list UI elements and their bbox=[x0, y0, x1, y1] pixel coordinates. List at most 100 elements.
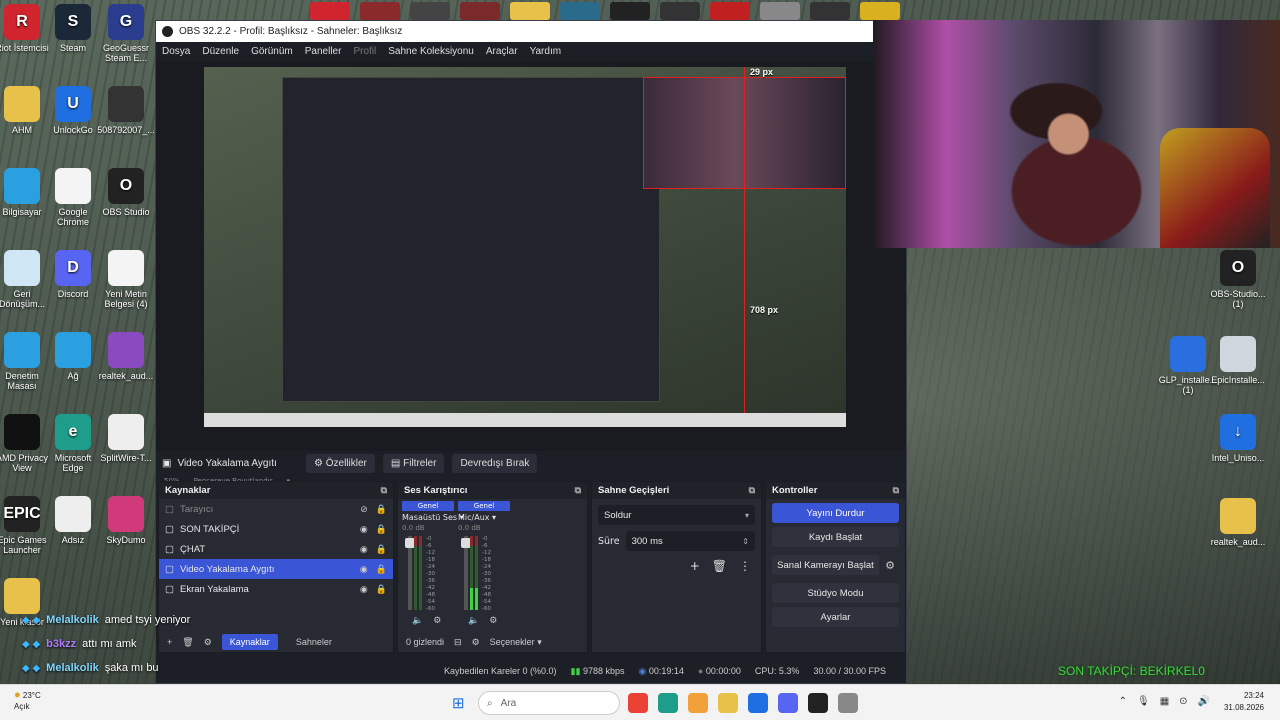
channel-settings-icon[interactable]: ⚙ bbox=[489, 616, 497, 626]
volume-icon[interactable]: 🔊 bbox=[1198, 696, 1210, 707]
desktop-icon[interactable]: G GeoGuessr Steam E... bbox=[96, 4, 156, 63]
start-recording-button[interactable]: Kaydı Başlat bbox=[772, 527, 899, 547]
app-tray-icon[interactable]: ▦ bbox=[1160, 696, 1169, 707]
options-button[interactable]: Seçenekler ▾ bbox=[490, 637, 542, 648]
mixer-settings-icon[interactable]: ⚙ bbox=[472, 637, 480, 648]
menu-tools[interactable]: Araçlar bbox=[486, 46, 518, 57]
undock-icon[interactable]: ⧉ bbox=[749, 485, 755, 496]
properties-button[interactable]: ⚙ Özellikler bbox=[306, 453, 375, 473]
lock-icon[interactable]: 🔒 bbox=[376, 504, 387, 515]
channel-settings-icon[interactable]: ⚙ bbox=[433, 616, 441, 626]
source-item[interactable]: ▢ Ekran Yakalama ◉ 🔒 bbox=[159, 579, 393, 599]
undock-icon[interactable]: ⧉ bbox=[381, 485, 387, 496]
desktop-icon-label: GeoGuessr Steam E... bbox=[102, 43, 150, 63]
desktop-icon[interactable]: realtek_aud... bbox=[1208, 498, 1268, 547]
preview-canvas[interactable]: 29 px 708 px bbox=[204, 67, 846, 427]
desktop-icon[interactable]: 508792007_... bbox=[96, 86, 156, 135]
desktop-icon[interactable]: SkyDumo bbox=[96, 496, 156, 545]
volume-fader[interactable] bbox=[461, 536, 471, 610]
desktop-icon[interactable]: Google Chrome bbox=[43, 168, 103, 227]
transition-select[interactable]: Soldur ▾ bbox=[598, 505, 755, 525]
layout-icon[interactable]: ⊟ bbox=[454, 637, 462, 648]
desktop-icon[interactable]: EpicInstalle... bbox=[1208, 336, 1268, 385]
mute-icon[interactable]: 🔈 bbox=[412, 616, 423, 626]
tab-sources[interactable]: Kaynaklar bbox=[221, 634, 278, 650]
desktop-icon[interactable]: O OBS Studio bbox=[96, 168, 156, 217]
source-item[interactable]: ▢ Tarayıcı ⊘ 🔒 bbox=[159, 499, 393, 519]
tab-scenes[interactable]: Sahneler bbox=[288, 634, 340, 650]
add-transition-icon[interactable]: + bbox=[690, 559, 700, 573]
deactivate-button[interactable]: Devredışı Bırak bbox=[452, 453, 538, 473]
network-icon[interactable]: ⊙ bbox=[1179, 696, 1187, 707]
more-options-icon[interactable]: ⋮ bbox=[739, 559, 751, 573]
microphone-icon[interactable]: 🎙 bbox=[1137, 696, 1150, 707]
obs-taskbar-icon[interactable] bbox=[808, 693, 828, 713]
menu-file[interactable]: Dosya bbox=[162, 46, 190, 57]
copilot-taskbar-icon[interactable] bbox=[688, 693, 708, 713]
eye-icon[interactable]: ◉ bbox=[360, 584, 368, 595]
file-explorer-taskbar-icon[interactable] bbox=[718, 693, 738, 713]
desktop-icon[interactable]: SplitWire-T... bbox=[96, 414, 156, 463]
desktop-icon[interactable]: Yeni Metin Belgesi (4) bbox=[96, 250, 156, 309]
desktop-icon[interactable]: Ağ bbox=[43, 332, 103, 381]
channel-name[interactable]: Mic/Aux ▾ bbox=[458, 513, 510, 522]
desktop-icon-label: realtek_aud... bbox=[1210, 537, 1266, 547]
eye-icon[interactable]: ◉ bbox=[360, 524, 368, 535]
teams-taskbar-icon[interactable] bbox=[778, 693, 798, 713]
desktop-icon[interactable]: U UnlockGo bbox=[43, 86, 103, 135]
lock-icon[interactable]: 🔒 bbox=[376, 584, 387, 595]
desktop-icon[interactable]: realtek_aud... bbox=[96, 332, 156, 381]
source-item[interactable]: ▢ Video Yakalama Aygıtı ◉ 🔒 bbox=[159, 559, 393, 579]
chevron-up-icon[interactable]: ⌃ bbox=[1119, 696, 1127, 707]
chat-message: ◆ ◆ b3kzz attı mı amk bbox=[22, 632, 190, 656]
desktop-icon[interactable]: S Steam bbox=[43, 4, 103, 53]
mute-icon[interactable]: 🔈 bbox=[468, 616, 479, 626]
eye-off-icon[interactable]: ⊘ bbox=[360, 504, 368, 515]
chat-badges: ◆ ◆ bbox=[22, 614, 41, 626]
desktop-icon[interactable]: Adsız bbox=[43, 496, 103, 545]
volume-fader[interactable] bbox=[405, 536, 415, 610]
start-virtual-camera-button[interactable]: Sanal Kamerayı Başlat bbox=[772, 555, 879, 575]
weather-widget[interactable]: ● 23°C Açık bbox=[14, 690, 41, 712]
settings-button[interactable]: Ayarlar bbox=[772, 607, 899, 627]
lock-icon[interactable]: 🔒 bbox=[376, 564, 387, 575]
preview-area[interactable]: 29 px 708 px 50% Pencereye Boyutlandır ▾ bbox=[156, 61, 906, 485]
menu-profile[interactable]: Profil bbox=[353, 46, 376, 57]
desktop-icon[interactable]: O OBS-Studio... (1) bbox=[1208, 250, 1268, 309]
chrome-taskbar-icon[interactable] bbox=[628, 693, 648, 713]
menu-bar: Dosya Düzenle Görünüm Paneller Profil Sa… bbox=[156, 42, 906, 60]
lock-icon[interactable]: 🔒 bbox=[376, 524, 387, 535]
desktop-icon[interactable]: e Microsoft Edge bbox=[43, 414, 103, 473]
filters-button[interactable]: ▤ Filtreler bbox=[382, 453, 445, 473]
eye-icon[interactable]: ◉ bbox=[360, 564, 368, 575]
studio-mode-button[interactable]: Stüdyo Modu bbox=[772, 583, 899, 603]
scale-tick: -48 bbox=[426, 592, 435, 598]
menu-docks[interactable]: Paneller bbox=[305, 46, 342, 57]
channel-name[interactable]: Masaüstü Ses ▾ bbox=[402, 513, 464, 522]
desktop-icon[interactable]: ↓ Intel_Uniso... bbox=[1208, 414, 1268, 463]
store-taskbar-icon[interactable] bbox=[748, 693, 768, 713]
menu-help[interactable]: Yardım bbox=[530, 46, 562, 57]
source-item[interactable]: ▢ ÇHAT ◉ 🔒 bbox=[159, 539, 393, 559]
clock[interactable]: 23:24 31.08.2026 bbox=[1224, 690, 1264, 714]
menu-scene-collection[interactable]: Sahne Koleksiyonu bbox=[388, 46, 474, 57]
undock-icon[interactable]: ⧉ bbox=[575, 485, 581, 496]
app-taskbar-icon[interactable] bbox=[838, 693, 858, 713]
eye-icon[interactable]: ◉ bbox=[360, 544, 368, 555]
windows-start-icon[interactable]: ⊞ bbox=[452, 694, 468, 712]
gear-icon[interactable]: ⚙ bbox=[881, 559, 899, 572]
menu-edit[interactable]: Düzenle bbox=[202, 46, 239, 57]
menu-view[interactable]: Görünüm bbox=[251, 46, 293, 57]
taskbar-search[interactable]: ⌕ Ara bbox=[478, 691, 620, 715]
stepper-icon[interactable]: ⇕ bbox=[742, 537, 749, 546]
stop-stream-button[interactable]: Yayını Durdur bbox=[772, 503, 899, 523]
source-settings-icon[interactable]: ⚙ bbox=[204, 637, 212, 648]
lock-icon[interactable]: 🔒 bbox=[376, 544, 387, 555]
duration-input[interactable]: 300 ms ⇕ bbox=[625, 531, 755, 551]
undock-icon[interactable]: ⧉ bbox=[893, 485, 899, 496]
source-item[interactable]: ▢ SON TAKİPÇİ ◉ 🔒 bbox=[159, 519, 393, 539]
scale-tick: -54 bbox=[426, 599, 435, 605]
desktop-icon[interactable]: D Discord bbox=[43, 250, 103, 299]
remove-transition-icon[interactable]: 🗑 bbox=[712, 559, 727, 573]
edge-taskbar-icon[interactable] bbox=[658, 693, 678, 713]
